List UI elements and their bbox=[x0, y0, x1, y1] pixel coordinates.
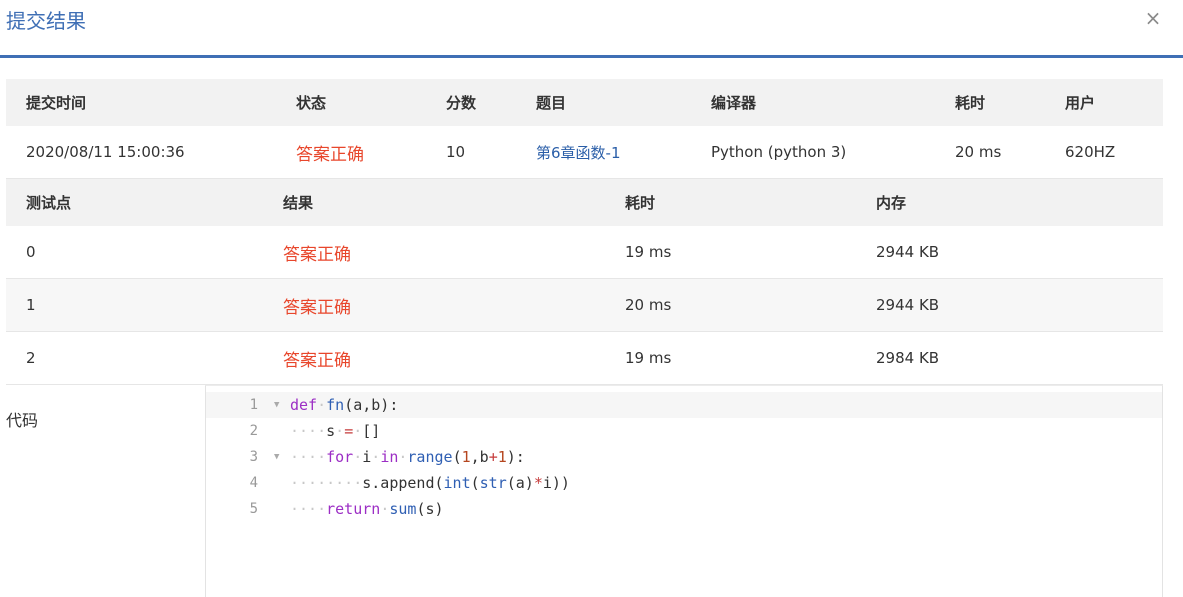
testcase-id: 2 bbox=[26, 349, 36, 367]
table-row: 2 答案正确 19 ms 2984 KB bbox=[6, 332, 1163, 385]
submission-table: 提交时间 状态 分数 题目 编译器 耗时 用户 2020/08/11 15:00… bbox=[6, 79, 1163, 179]
duration-value: 20 ms bbox=[955, 143, 1002, 161]
close-icon[interactable]: × bbox=[1142, 6, 1164, 30]
code-line-text: ····s·=·[] bbox=[290, 422, 381, 440]
code-editor[interactable]: 1 ▼ def·fn(a,b): 2 ····s·=·[] 3 ▼ ····fo… bbox=[205, 385, 1163, 597]
problem-link[interactable]: 第6章函数-1 bbox=[536, 126, 621, 178]
code-line: 4 ········s.append(int(str(a)*i)) bbox=[206, 470, 1162, 496]
testcase-memory: 2984 KB bbox=[876, 349, 940, 367]
testcase-result: 答案正确 bbox=[283, 244, 351, 265]
code-line: 1 ▼ def·fn(a,b): bbox=[206, 392, 1162, 418]
testcase-time: 19 ms bbox=[625, 349, 672, 367]
code-line: 2 ····s·=·[] bbox=[206, 418, 1162, 444]
header-status: 状态 bbox=[296, 94, 327, 112]
line-number: 4 bbox=[249, 475, 258, 491]
code-line-text: ····for·i·in·range(1,b+1): bbox=[290, 448, 525, 466]
header-testcase: 测试点 bbox=[26, 194, 72, 212]
code-line-text: def·fn(a,b): bbox=[290, 396, 399, 414]
testcase-result: 答案正确 bbox=[283, 350, 351, 371]
line-number: 1 bbox=[249, 397, 258, 413]
header-compiler: 编译器 bbox=[711, 94, 757, 112]
submission-row: 2020/08/11 15:00:36 答案正确 10 第6章函数-1 Pyth… bbox=[6, 126, 1163, 179]
line-number: 2 bbox=[249, 423, 258, 439]
user-value: 620HZ bbox=[1065, 143, 1116, 161]
submission-table-header: 提交时间 状态 分数 题目 编译器 耗时 用户 bbox=[6, 79, 1163, 126]
code-line: 3 ▼ ····for·i·in·range(1,b+1): bbox=[206, 444, 1162, 470]
header-memory: 内存 bbox=[876, 194, 907, 212]
line-number: 5 bbox=[249, 501, 258, 517]
fold-arrow-icon[interactable]: ▼ bbox=[274, 444, 279, 470]
testcase-id: 0 bbox=[26, 243, 36, 261]
submit-time: 2020/08/11 15:00:36 bbox=[26, 143, 185, 161]
dialog-header: 提交结果 × bbox=[0, 0, 1183, 58]
testcase-result: 答案正确 bbox=[283, 297, 351, 318]
code-line-text: ····return·sum(s) bbox=[290, 500, 444, 518]
header-duration: 耗时 bbox=[955, 94, 986, 112]
compiler-value: Python (python 3) bbox=[711, 143, 847, 161]
testcase-id: 1 bbox=[26, 296, 36, 314]
line-number: 3 bbox=[249, 449, 258, 465]
testcase-table-header: 测试点 结果 耗时 内存 bbox=[6, 179, 1163, 226]
score-value: 10 bbox=[446, 143, 466, 161]
table-row: 1 答案正确 20 ms 2944 KB bbox=[6, 279, 1163, 332]
header-result: 结果 bbox=[283, 194, 314, 212]
testcase-time: 20 ms bbox=[625, 296, 672, 314]
header-score: 分数 bbox=[446, 94, 477, 112]
code-line-text: ········s.append(int(str(a)*i)) bbox=[290, 474, 570, 492]
table-row: 0 答案正确 19 ms 2944 KB bbox=[6, 226, 1163, 279]
testcase-memory: 2944 KB bbox=[876, 243, 940, 261]
testcase-memory: 2944 KB bbox=[876, 296, 940, 314]
header-submit-time: 提交时间 bbox=[26, 94, 87, 112]
fold-arrow-icon[interactable]: ▼ bbox=[274, 392, 279, 418]
header-time: 耗时 bbox=[625, 194, 656, 212]
header-problem: 题目 bbox=[536, 94, 567, 112]
header-user: 用户 bbox=[1065, 94, 1096, 112]
submission-result-dialog: 提交结果 × 提交时间 状态 分数 题目 编译器 耗时 用户 2020/08/1… bbox=[0, 0, 1183, 597]
testcase-time: 19 ms bbox=[625, 243, 672, 261]
testcase-table: 测试点 结果 耗时 内存 0 答案正确 19 ms 2944 KB 1 答案正确… bbox=[6, 179, 1163, 385]
dialog-title: 提交结果 bbox=[6, 9, 86, 33]
code-label: 代码 bbox=[6, 411, 39, 430]
code-line: 5 ····return·sum(s) bbox=[206, 496, 1162, 522]
status-badge: 答案正确 bbox=[296, 144, 364, 165]
